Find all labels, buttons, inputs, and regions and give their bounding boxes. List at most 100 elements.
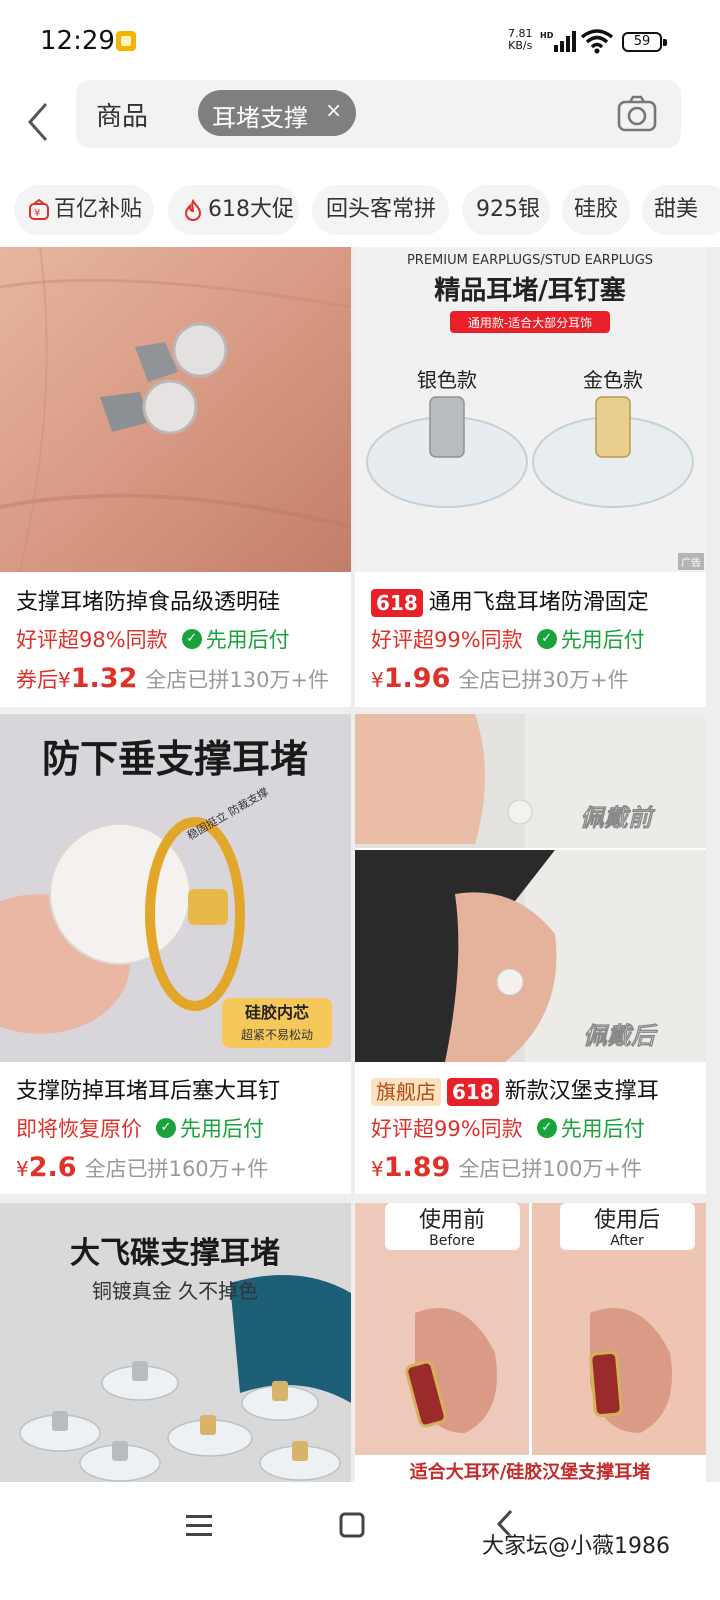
ad-label: 广告 — [678, 553, 704, 570]
pay-later-icon: ✓ — [536, 1118, 557, 1138]
system-nav-bar: 大家坛@小薇1986 — [0, 1482, 720, 1600]
svg-text:硅胶内芯: 硅胶内芯 — [245, 1003, 309, 1022]
wallet-icon: ¥ — [29, 199, 49, 220]
product-badges: 好评超99%同款 ✓ 先用后付 — [371, 624, 645, 654]
product-card[interactable]: 防下垂支撑耳堵 稳固挺立 防裁支撑 硅胶内芯 超紧不易松动 支撑防掉耳堵耳后塞大… — [0, 714, 351, 1194]
product-title[interactable]: 支撑防掉耳堵耳后塞大耳钉 — [16, 1073, 346, 1105]
price: 1.32 — [70, 663, 138, 694]
promo-tag: 618 — [371, 589, 423, 617]
product-title[interactable]: 支撑耳堵防掉食品级透明硅 — [16, 584, 346, 616]
svg-text:通用款-适合大部分耳饰: 通用款-适合大部分耳饰 — [468, 315, 592, 330]
watermark: 大家坛@小薇1986 — [482, 1534, 670, 1559]
home-icon[interactable] — [338, 1511, 366, 1539]
sold-count: 全店已拼100万+件 — [458, 1157, 643, 1181]
product-badges: 好评超99%同款 ✓ 先用后付 — [371, 1113, 645, 1143]
svg-text:¥: ¥ — [34, 208, 40, 219]
search-box[interactable]: 商品 耳堵支撑 × — [76, 80, 681, 148]
filter-chip-subsidy[interactable]: ¥ 百亿补贴 — [14, 185, 154, 235]
product-image[interactable]: PREMIUM EARPLUGS/STUD EARPLUGS 精品耳堵/耳钉塞 … — [355, 247, 706, 572]
pay-later-icon: ✓ — [536, 629, 557, 649]
clear-query-icon[interactable]: × — [325, 98, 342, 122]
sold-count: 全店已拼130万+件 — [145, 668, 330, 692]
svg-text:使用后: 使用后 — [594, 1208, 660, 1233]
price-row: ¥1.89 全店已拼100万+件 — [371, 1152, 642, 1183]
camera-icon[interactable] — [616, 94, 658, 134]
svg-text:超紧不易松动: 超紧不易松动 — [241, 1027, 313, 1042]
product-image[interactable]: 大飞碟支撑耳堵 铜镀真金 久不掉色 — [0, 1203, 351, 1493]
pay-later-text: 先用后付 — [560, 628, 645, 652]
pay-later-icon: ✓ — [181, 629, 202, 649]
battery-icon: 59 — [622, 32, 667, 52]
svg-text:After: After — [610, 1233, 644, 1249]
rating-text: 好评超98%同款 — [16, 628, 168, 652]
signal-icon: HD — [540, 31, 576, 52]
filter-chip-silicone[interactable]: 硅胶 — [562, 185, 630, 235]
svg-text:铜镀真金 久不掉色: 铜镀真金 久不掉色 — [92, 1279, 258, 1303]
svg-text:适合大耳环/硅胶汉堡支撑耳堵: 适合大耳环/硅胶汉堡支撑耳堵 — [410, 1461, 651, 1483]
svg-text:PREMIUM EARPLUGS/STUD EARPLUGS: PREMIUM EARPLUGS/STUD EARPLUGS — [407, 253, 653, 268]
svg-text:大飞碟支撑耳堵: 大飞碟支撑耳堵 — [70, 1236, 280, 1271]
network-speed: 7.81 KB/s — [508, 27, 533, 52]
sold-count: 全店已拼30万+件 — [458, 668, 629, 692]
product-image[interactable] — [0, 247, 351, 572]
product-title[interactable]: 旗舰店 618 新款汉堡支撑耳 — [371, 1073, 701, 1106]
search-query-chip[interactable]: 耳堵支撑 × — [198, 90, 356, 136]
filter-chip-618[interactable]: 618大促 — [168, 185, 299, 235]
currency: ¥ — [371, 668, 384, 692]
flame-icon — [184, 199, 202, 221]
price-row: ¥1.96 全店已拼30万+件 — [371, 663, 629, 694]
rating-text: 好评超99%同款 — [371, 628, 523, 652]
svg-text:HD: HD — [540, 31, 554, 40]
svg-text:金色款: 金色款 — [583, 368, 643, 392]
search-header: 商品 耳堵支撑 × — [0, 80, 720, 175]
product-card[interactable]: 佩戴前 佩戴后 旗舰店 618 新款汉堡支撑耳 好评超99%同款 ✓ 先用后付 ¥1.8… — [355, 714, 706, 1194]
clock: 12:29 — [40, 26, 115, 56]
product-card[interactable]: PREMIUM EARPLUGS/STUD EARPLUGS 精品耳堵/耳钉塞 … — [355, 247, 706, 707]
price-row: 券后¥1.32 全店已拼130万+件 — [16, 663, 329, 694]
pay-later-text: 先用后付 — [560, 1117, 645, 1141]
pay-later-text: 先用后付 — [205, 628, 290, 652]
notification-icon — [116, 31, 136, 51]
price: 1.96 — [383, 663, 451, 694]
sold-count: 全店已拼160万+件 — [84, 1157, 269, 1181]
filter-chip-sweet[interactable]: 甜美 — [642, 185, 720, 235]
search-category[interactable]: 商品 — [96, 96, 148, 133]
wifi-icon — [580, 29, 614, 54]
svg-text:精品耳堵/耳钉塞: 精品耳堵/耳钉塞 — [434, 275, 626, 306]
product-card[interactable]: 使用前 Before 使用后 After 适合大耳环/硅胶汉堡支撑耳堵 — [355, 1203, 706, 1493]
svg-text:银色款: 银色款 — [417, 368, 477, 392]
price-prefix: 券后 — [16, 668, 58, 692]
product-card[interactable]: 支撑耳堵防掉食品级透明硅 好评超98%同款 ✓ 先用后付 券后¥1.32 全店已拼13… — [0, 247, 351, 707]
menu-icon[interactable] — [184, 1512, 214, 1540]
promo-tag: 618 — [447, 1078, 499, 1106]
back-arrow-icon[interactable] — [24, 98, 64, 146]
filter-chip-925[interactable]: 925银 — [462, 185, 550, 235]
product-title[interactable]: 618 通用飞盘耳堵防滑固定 — [371, 584, 701, 617]
currency: ¥ — [16, 1157, 29, 1181]
price: 1.89 — [383, 1152, 451, 1183]
pay-later-icon: ✓ — [156, 1118, 176, 1138]
rating-text: 即将恢复原价 — [16, 1117, 142, 1141]
filter-chip-repeat[interactable]: 回头客常拼 — [312, 185, 449, 235]
pay-later-text: 先用后付 — [180, 1117, 264, 1141]
product-badges: 即将恢复原价 ✓ 先用后付 — [16, 1113, 264, 1143]
svg-text:Before: Before — [429, 1233, 475, 1249]
currency: ¥ — [371, 1157, 384, 1181]
currency: ¥ — [58, 668, 71, 692]
svg-text:佩戴前: 佩戴前 — [580, 804, 656, 832]
price-row: ¥2.6 全店已拼160万+件 — [16, 1152, 268, 1183]
svg-text:使用前: 使用前 — [419, 1208, 485, 1233]
product-card[interactable]: 大飞碟支撑耳堵 铜镀真金 久不掉色 — [0, 1203, 351, 1493]
store-tag: 旗舰店 — [371, 1078, 441, 1106]
product-image[interactable]: 防下垂支撑耳堵 稳固挺立 防裁支撑 硅胶内芯 超紧不易松动 — [0, 714, 351, 1062]
filter-bar: ¥ 百亿补贴 618大促 回头客常拼 925银 硅胶 甜美 — [0, 175, 720, 247]
svg-text:防下垂支撑耳堵: 防下垂支撑耳堵 — [42, 737, 308, 781]
product-image[interactable]: 佩戴前 佩戴后 — [355, 714, 706, 1062]
product-badges: 好评超98%同款 ✓ 先用后付 — [16, 624, 290, 654]
search-query-text: 耳堵支撑 — [212, 104, 308, 132]
rating-text: 好评超99%同款 — [371, 1117, 523, 1141]
price: 2.6 — [28, 1152, 77, 1183]
status-bar: 12:29 7.81 KB/s HD 59 — [0, 0, 720, 80]
product-image[interactable]: 使用前 Before 使用后 After 适合大耳环/硅胶汉堡支撑耳堵 — [355, 1203, 706, 1493]
svg-text:佩戴后: 佩戴后 — [583, 1022, 658, 1050]
